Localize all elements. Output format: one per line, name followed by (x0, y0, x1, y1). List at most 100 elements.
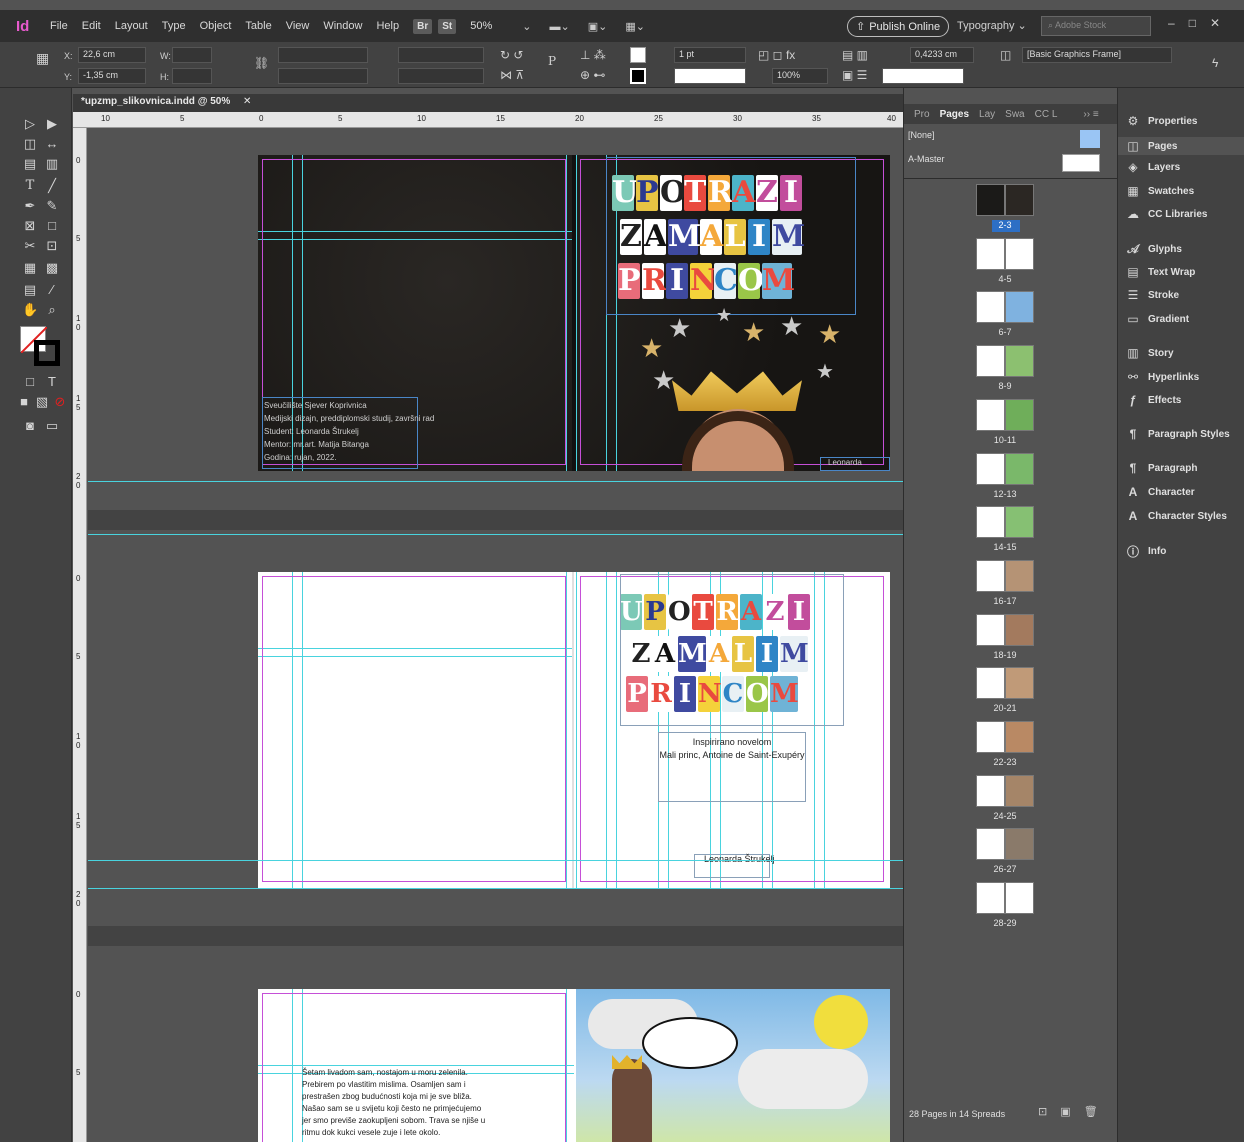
delete-page-icon[interactable]: 🗑 (1084, 1106, 1098, 1118)
text-frame-icon[interactable]: P (548, 54, 556, 68)
dock-item-hyperlinks[interactable]: ⚯ Hyperlinks (1126, 370, 1199, 384)
page-thumbnail-left[interactable] (976, 184, 1005, 216)
stroke-box[interactable] (34, 340, 60, 366)
tab-pages[interactable]: Pages (940, 109, 969, 120)
page-thumbnail-right[interactable] (1005, 291, 1034, 324)
select-content-icon[interactable]: ⊥ ⁂ (580, 48, 606, 62)
maximize-icon[interactable]: □ (1189, 16, 1196, 30)
text-wrap-options-icon[interactable]: ▤ ▥ (842, 48, 868, 62)
reference-point-icon[interactable]: ▦ (36, 50, 49, 67)
flip-icon[interactable]: ⋈ ⊼ (500, 68, 524, 82)
shear-field[interactable] (398, 68, 484, 84)
w-field[interactable] (172, 47, 212, 63)
page-thumbnail-right[interactable] (1005, 452, 1034, 485)
none-master-row[interactable]: [None] (908, 130, 1104, 148)
dock-item-info[interactable]: ⓘ Info (1126, 543, 1166, 560)
new-page-icon[interactable]: ▣ (1060, 1106, 1070, 1118)
screen-mode-normal-icon[interactable]: ◙ (22, 418, 38, 434)
page-thumbnail-right[interactable] (1005, 398, 1034, 431)
chevron-down-icon[interactable]: ⌄ (522, 20, 531, 33)
publish-online-button[interactable]: ⇧ Publish Online (847, 16, 950, 37)
preview-mode-icon[interactable]: ▭ (44, 418, 60, 434)
page-tool-icon[interactable]: ◫ (22, 136, 38, 152)
offset-field[interactable]: 0,4233 cm (910, 47, 974, 63)
direct-selection-tool-icon[interactable]: ▶ (44, 116, 60, 132)
horizontal-ruler[interactable]: 10 5 0 5 10 15 20 25 30 35 40 (73, 112, 903, 128)
screen-mode-icon[interactable]: ▬⌄ (549, 20, 569, 33)
menu-object[interactable]: Object (200, 20, 232, 32)
rectangle-frame-tool-icon[interactable]: ⊠ (22, 218, 38, 234)
corner-options-icon[interactable]: ◰ ◻ fx (758, 48, 795, 62)
gradient-swatch-tool-icon[interactable]: ▦ (22, 260, 38, 276)
y-field[interactable]: -1,35 cm (78, 68, 146, 84)
page-thumbnail-right[interactable] (1005, 828, 1034, 861)
page-thumbnail-left[interactable] (976, 237, 1005, 270)
menu-view[interactable]: View (286, 20, 310, 32)
opacity-field[interactable]: 100% (772, 68, 828, 84)
minimize-icon[interactable]: – (1168, 16, 1175, 30)
spread-story-page[interactable]: Šetam livadom sam, nostajom u moru zelen… (258, 989, 890, 1142)
page-thumbnail-left[interactable] (976, 882, 1005, 915)
h-field[interactable] (172, 68, 212, 84)
pencil-tool-icon[interactable]: ✎ (44, 198, 60, 214)
formatting-container-icon[interactable]: □ (22, 374, 38, 390)
dock-item-swatches[interactable]: ▦ Swatches (1126, 184, 1194, 198)
spread-cover[interactable]: U P O T R A Z I Z A M A L I M P R I N C … (258, 155, 890, 471)
dock-item-paragraph[interactable]: ¶ Paragraph (1126, 461, 1198, 475)
quick-apply-icon[interactable]: ϟ (1212, 56, 1218, 70)
arrange-documents-icon[interactable]: ▦⌄ (625, 20, 645, 33)
page-thumbnail-left[interactable] (976, 291, 1005, 324)
page-thumbnail-right[interactable] (1005, 774, 1034, 807)
eyedropper-tool-icon[interactable]: ⁄ (44, 282, 60, 298)
bridge-button[interactable]: Br (413, 18, 433, 34)
stroke-type-dropdown[interactable] (674, 68, 746, 84)
dock-item-gradient[interactable]: ▭ Gradient (1126, 312, 1189, 326)
workspace-switcher[interactable]: Typography ⌄ (957, 19, 1027, 32)
spread-title-page[interactable]: U P O T R A Z I Z A M A L I M P R I N C … (258, 572, 890, 888)
dock-item-stroke[interactable]: ☰ Stroke (1126, 288, 1180, 302)
content-placer-icon[interactable]: ▥ (44, 156, 60, 172)
page-thumbnail-left[interactable] (976, 613, 1005, 646)
page-thumbnail-left[interactable] (976, 828, 1005, 861)
constrain-proportions-icon[interactable]: ⛓ (254, 56, 269, 70)
apply-none-icon[interactable]: ⊘ (52, 394, 68, 410)
zoom-level[interactable]: 50% (470, 20, 492, 32)
document-tab[interactable]: *upzmp_slikovnica.indd @ 50% ✕ (81, 96, 251, 107)
dock-item-character-styles[interactable]: A Character Styles (1126, 509, 1227, 523)
dock-item-cc-libraries[interactable]: ☁ CC Libraries (1126, 207, 1207, 221)
free-transform-tool-icon[interactable]: ⊡ (44, 238, 60, 254)
stroke-weight-field[interactable]: 1 pt (674, 47, 746, 63)
rotate-icon[interactable]: ↻ ↺ (500, 48, 523, 62)
stroke-swatch[interactable] (630, 68, 646, 84)
vertical-ruler[interactable]: 0 5 1 0 1 5 2 0 0 5 1 0 1 5 2 0 0 5 (73, 128, 87, 1142)
scale-y-field[interactable] (278, 68, 368, 84)
type-tool-icon[interactable]: T (22, 178, 38, 194)
apply-color-icon[interactable]: ■ (16, 394, 32, 410)
dock-item-pages[interactable]: ◫ Pages (1118, 137, 1244, 155)
menu-window[interactable]: Window (323, 20, 362, 32)
tab-cc-libraries[interactable]: CC L (1035, 109, 1058, 120)
select-container-icon[interactable]: ⊕ ⊷ (580, 68, 605, 82)
dock-item-layers[interactable]: ◈ Layers (1126, 160, 1180, 174)
dock-item-effects[interactable]: ƒ Effects (1126, 393, 1182, 407)
stock-search-input[interactable]: ⌕ Adobe Stock (1041, 16, 1151, 36)
edit-page-size-icon[interactable]: ⊡ (1038, 1106, 1047, 1118)
tab-layers[interactable]: Lay (979, 109, 995, 120)
menu-file[interactable]: File (50, 20, 68, 32)
page-thumbnail-right[interactable] (1005, 721, 1034, 753)
page-thumbnail-left[interactable] (976, 721, 1005, 753)
page-thumbnail-left[interactable] (976, 452, 1005, 485)
page-thumbnail-left[interactable] (976, 667, 1005, 700)
dock-item-text-wrap[interactable]: ▤ Text Wrap (1126, 265, 1195, 279)
frame-fitting-dropdown[interactable] (882, 68, 964, 84)
menu-table[interactable]: Table (245, 20, 271, 32)
dock-item-glyphs[interactable]: 𝒜 Glyphs (1126, 242, 1182, 257)
page-thumbnail-right[interactable] (1005, 559, 1034, 592)
page-thumbnail-right[interactable] (1005, 345, 1034, 378)
page-thumbnail-right[interactable] (1005, 882, 1034, 915)
menu-type[interactable]: Type (162, 20, 186, 32)
rectangle-tool-icon[interactable]: □ (44, 218, 60, 234)
title-frame[interactable] (620, 574, 844, 726)
document-canvas[interactable]: U P O T R A Z I Z A M A L I M P R I N C … (88, 128, 903, 1142)
page-thumbnail-right[interactable] (1005, 237, 1034, 270)
